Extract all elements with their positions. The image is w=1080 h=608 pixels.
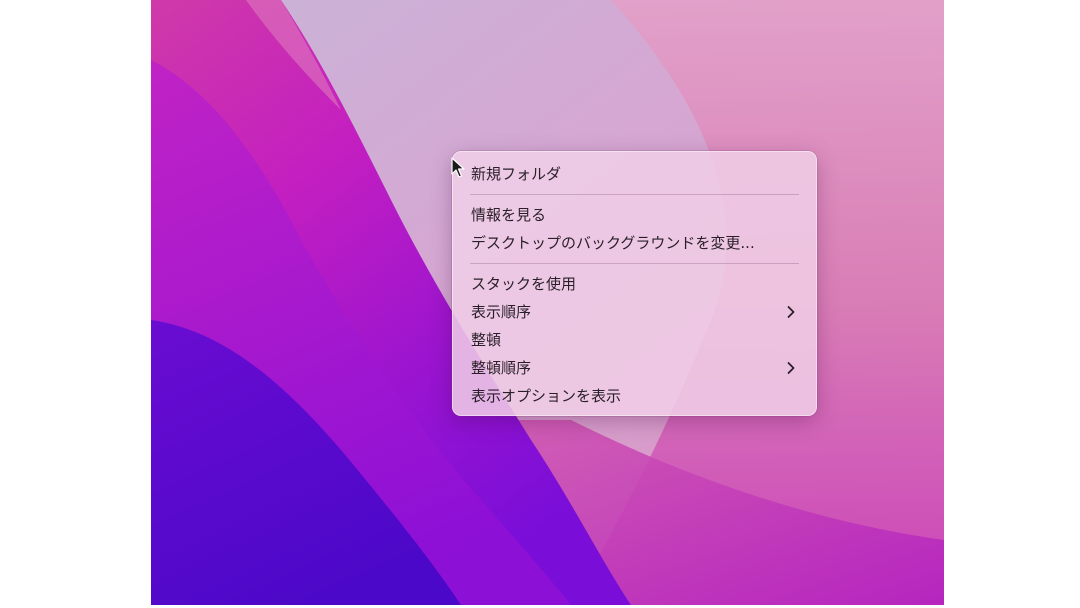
menu-item-label: 整頓順序 [471,359,532,377]
chevron-right-icon [787,306,795,318]
menu-item-clean-up[interactable]: 整頓 [459,326,810,354]
menu-item-label: スタックを使用 [471,275,577,293]
chevron-right-icon [787,362,795,374]
menu-separator [470,263,799,264]
screen: 新規フォルダ 情報を見る デスクトップのバックグラウンドを変更... スタックを… [0,0,1080,608]
menu-item-change-desktop-background[interactable]: デスクトップのバックグラウンドを変更... [459,229,810,257]
menu-item-label: 表示オプションを表示 [471,387,622,405]
menu-item-label: デスクトップのバックグラウンドを変更... [471,234,755,252]
desktop-context-menu: 新規フォルダ 情報を見る デスクトップのバックグラウンドを変更... スタックを… [452,151,817,416]
menu-item-label: 新規フォルダ [471,165,562,183]
menu-item-use-stacks[interactable]: スタックを使用 [459,270,810,298]
menu-item-label: 情報を見る [471,206,547,224]
menu-item-sort-by[interactable]: 表示順序 [459,298,810,326]
menu-item-new-folder[interactable]: 新規フォルダ [459,160,810,188]
menu-item-show-view-options[interactable]: 表示オプションを表示 [459,382,810,410]
menu-item-label: 整頓 [471,331,502,349]
menu-item-clean-up-by[interactable]: 整頓順序 [459,354,810,382]
menu-item-label: 表示順序 [471,303,532,321]
menu-item-get-info[interactable]: 情報を見る [459,201,810,229]
arrow-pointer-icon [451,157,465,178]
menu-separator [470,194,799,195]
